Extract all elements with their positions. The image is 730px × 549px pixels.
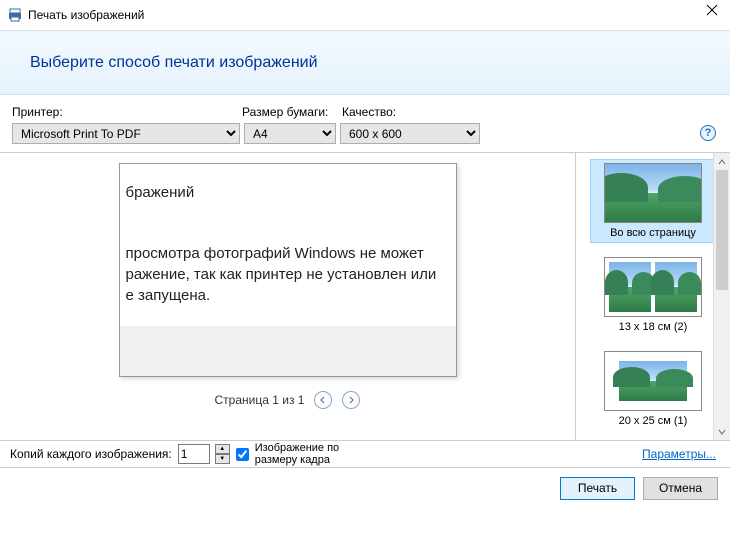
parameters-link[interactable]: Параметры... [642,447,716,461]
preview-heading: бражений [126,182,450,203]
layout-label: 13 x 18 см (2) [594,321,712,333]
scroll-up-icon[interactable] [714,153,730,170]
paper-size-label: Размер бумаги: [242,105,342,119]
quality-select[interactable]: 600 x 600 [340,123,480,144]
printer-app-icon [8,8,22,22]
layout-list: Во всю страницу 13 x 18 см (2) 20 x 25 с… [575,153,730,440]
printer-select[interactable]: Microsoft Print To PDF [12,123,240,144]
pager-row: Страница 1 из 1 [215,391,361,409]
copies-up-button[interactable]: ▲ [215,444,230,454]
copies-label: Копий каждого изображения: [10,447,172,461]
page-headline: Выберите способ печати изображений [30,54,318,72]
layout-thumb [604,163,702,223]
quality-label: Качество: [342,105,492,119]
preview-pane: бражений просмотра фотографий Windows не… [0,153,575,440]
printer-label: Принтер: [12,105,242,119]
copies-row: Копий каждого изображения: ▲ ▼ Изображен… [0,440,730,468]
layout-scrollbar[interactable] [713,153,730,440]
next-page-button[interactable] [342,391,360,409]
layout-thumb [604,351,702,411]
window-title: Печать изображений [28,8,144,22]
headline-band: Выберите способ печати изображений [0,30,730,95]
layout-item-20x25[interactable]: 20 x 25 см (1) [590,347,716,431]
preview-line: просмотра фотографий Windows не может [126,243,450,264]
copies-down-button[interactable]: ▼ [215,454,230,464]
action-row: Печать Отмена [0,468,730,508]
preview-fade [120,326,456,376]
pager-text: Страница 1 из 1 [215,393,305,407]
paper-size-select[interactable]: A4 [244,123,336,144]
prev-page-button[interactable] [314,391,332,409]
layout-label: Во всю страницу [594,227,712,239]
print-options-row: Принтер: Размер бумаги: Качество: Micros… [0,95,730,152]
layout-item-13x18[interactable]: 13 x 18 см (2) [590,253,716,337]
copies-input[interactable] [178,444,210,464]
page-preview: бражений просмотра фотографий Windows не… [119,163,457,377]
help-icon[interactable]: ? [700,125,716,141]
close-icon[interactable] [706,4,718,16]
preview-line: е запущена. [126,285,450,306]
cancel-button[interactable]: Отмена [643,477,718,500]
print-button[interactable]: Печать [560,477,635,500]
fit-label: Изображение по размеру кадра [255,442,365,466]
titlebar: Печать изображений [0,0,730,30]
main-area: бражений просмотра фотографий Windows не… [0,152,730,440]
preview-line: ражение, так как принтер не установлен и… [126,264,450,285]
layout-thumb [604,257,702,317]
layout-label: 20 x 25 см (1) [594,415,712,427]
scroll-down-icon[interactable] [714,423,730,440]
scroll-thumb[interactable] [716,170,728,290]
fit-checkbox[interactable] [236,448,249,461]
copies-spinner: ▲ ▼ [215,444,230,464]
layout-item-full[interactable]: Во всю страницу [590,159,716,243]
